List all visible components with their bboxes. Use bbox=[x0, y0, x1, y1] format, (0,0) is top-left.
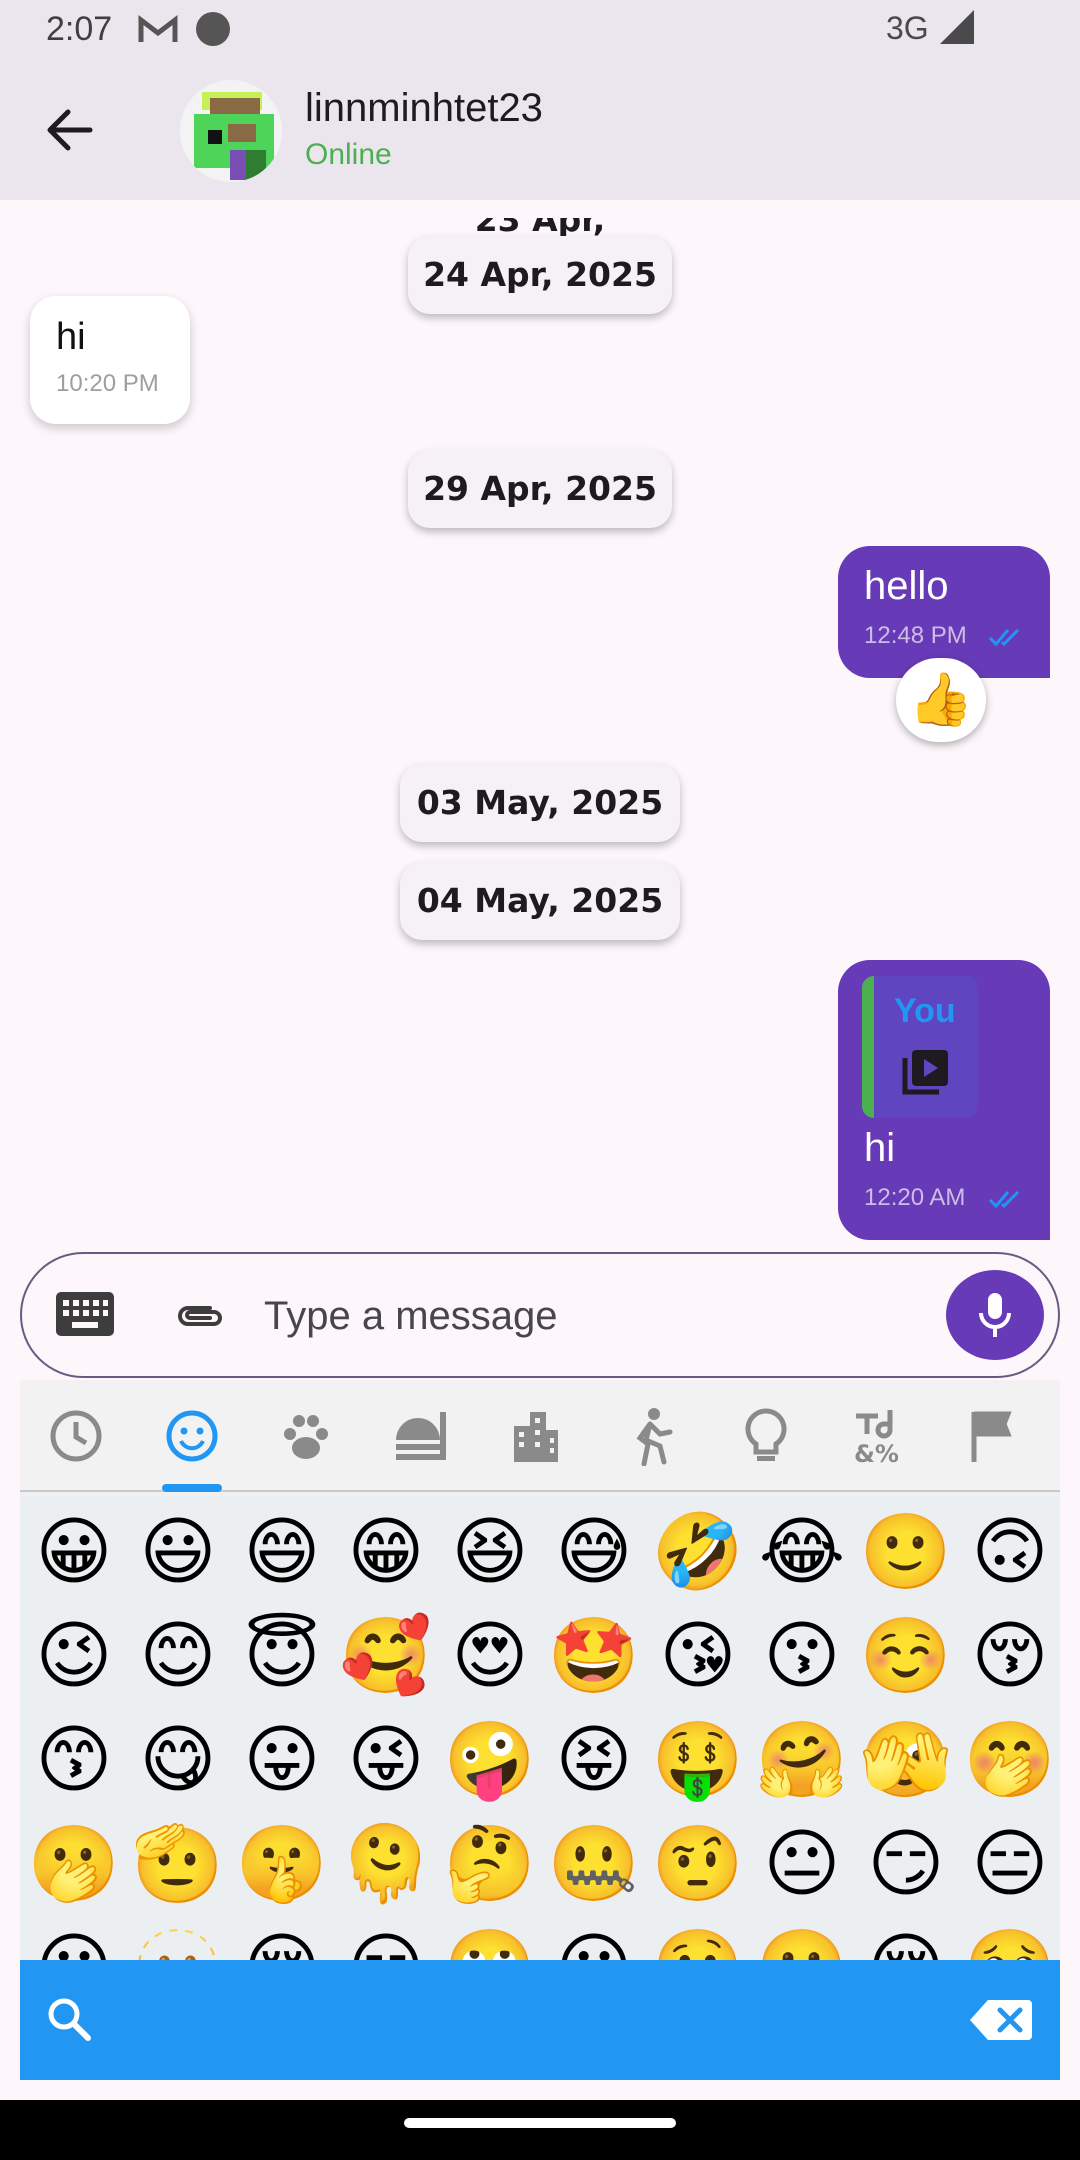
avatar[interactable] bbox=[180, 80, 282, 182]
message-text: hello bbox=[864, 564, 949, 608]
svg-text:&%: &% bbox=[854, 1440, 899, 1466]
message-time: 12:48 PM bbox=[864, 622, 967, 649]
emoji-key[interactable]: 😗 bbox=[750, 1604, 854, 1708]
signal-icon bbox=[940, 10, 974, 44]
reply-preview[interactable]: You bbox=[862, 976, 978, 1118]
emoji-key[interactable]: 🤪 bbox=[438, 1708, 542, 1812]
emoji-key[interactable]: 😅 bbox=[542, 1500, 646, 1604]
emoji-category-tabs: &% bbox=[20, 1380, 1060, 1492]
emoji-key[interactable]: 😍 bbox=[438, 1604, 542, 1708]
emoji-key[interactable]: 🥰 bbox=[334, 1604, 438, 1708]
emoji-key[interactable]: 🤩 bbox=[542, 1604, 646, 1708]
double-check-icon bbox=[988, 1190, 1020, 1209]
gmail-icon bbox=[138, 14, 178, 42]
emoji-key[interactable]: 🤗 bbox=[750, 1708, 854, 1812]
emoji-key[interactable]: 🫡 bbox=[126, 1812, 230, 1916]
emoji-key[interactable]: 🙂 bbox=[854, 1500, 958, 1604]
emoji-key[interactable]: 😄 bbox=[230, 1500, 334, 1604]
message-bubble-incoming[interactable]: hi 10:20 PM bbox=[30, 296, 190, 424]
reply-sender: You bbox=[894, 992, 956, 1030]
status-time: 2:07 bbox=[46, 10, 113, 48]
double-check-icon bbox=[988, 628, 1020, 647]
emoji-key[interactable]: 😇 bbox=[230, 1604, 334, 1708]
emoji-key[interactable]: 😜 bbox=[334, 1708, 438, 1812]
message-composer bbox=[20, 1252, 1060, 1378]
emoji-key[interactable]: 😂 bbox=[750, 1500, 854, 1604]
message-time: 12:20 AM bbox=[864, 1184, 966, 1211]
back-arrow-icon[interactable] bbox=[40, 100, 100, 160]
emoji-key[interactable]: 😁 bbox=[334, 1500, 438, 1604]
food-icon[interactable] bbox=[392, 1406, 452, 1466]
backspace-icon[interactable] bbox=[970, 1998, 1032, 2042]
reply-accent-bar bbox=[862, 976, 874, 1118]
message-text: hi bbox=[56, 316, 86, 358]
emoji-key[interactable]: 🙃 bbox=[958, 1500, 1060, 1604]
emoji-picker: &% 😀 😃 😄 😁 😆 😅 🤣 😂 🙂 🙃 😉 😊 😇 🥰 😍 🤩 😘 😗 ☺️ 😚 😙 😋 😛 😜 🤪 😝 🤑 🤗 🫣 🤭 🫢 🫡 🤫 🫠 🤔 🤐… bbox=[20, 1380, 1060, 2080]
emoji-key[interactable]: 😑 bbox=[958, 1812, 1060, 1916]
keyboard-icon[interactable] bbox=[56, 1292, 114, 1336]
mic-button[interactable] bbox=[946, 1270, 1044, 1360]
video-library-icon bbox=[902, 1050, 948, 1095]
mic-icon bbox=[979, 1293, 1011, 1337]
emoji-grid: 😀 😃 😄 😁 😆 😅 🤣 😂 🙂 🙃 😉 😊 😇 🥰 😍 🤩 😘 😗 ☺️ 😚 😙 😋 😛 😜 🤪 😝 🤑 🤗 🫣 🤭 🫢 🫡 🤫 🫠 🤔 🤐 🤨 😐 😏… bbox=[20, 1496, 1060, 2016]
selected-tab-indicator bbox=[162, 1484, 222, 1492]
avatar-image bbox=[180, 80, 282, 182]
date-chip-partial: 23 Apr, 2025 bbox=[474, 218, 606, 238]
date-chip: 04 May, 2025 bbox=[400, 862, 680, 940]
smileys-icon[interactable] bbox=[162, 1406, 222, 1466]
emoji-key[interactable]: 😋 bbox=[126, 1708, 230, 1812]
attach-icon[interactable] bbox=[172, 1296, 228, 1336]
message-input[interactable] bbox=[264, 1282, 944, 1350]
contact-name: linnminhtet23 bbox=[305, 86, 543, 130]
emoji-key[interactable]: 🫢 bbox=[22, 1812, 126, 1916]
emoji-key[interactable]: 😙 bbox=[22, 1708, 126, 1812]
emoji-search-bar[interactable] bbox=[20, 1960, 1060, 2080]
emoji-key[interactable]: 😐 bbox=[750, 1812, 854, 1916]
activities-icon[interactable] bbox=[620, 1406, 680, 1466]
emoji-key[interactable]: 😉 bbox=[22, 1604, 126, 1708]
emoji-key[interactable]: 😛 bbox=[230, 1708, 334, 1812]
objects-icon[interactable] bbox=[736, 1406, 796, 1466]
emoji-key[interactable]: 😆 bbox=[438, 1500, 542, 1604]
date-chip: 24 Apr, 2025 bbox=[408, 236, 672, 314]
network-type: 3G bbox=[886, 10, 929, 46]
app-notification-icon bbox=[196, 12, 230, 46]
emoji-key[interactable]: 🤭 bbox=[958, 1708, 1060, 1812]
date-chip: 03 May, 2025 bbox=[400, 764, 680, 842]
emoji-key[interactable]: 🤣 bbox=[646, 1500, 750, 1604]
emoji-key[interactable]: 😃 bbox=[126, 1500, 230, 1604]
reaction-thumbs-up[interactable]: 👍 bbox=[896, 658, 986, 742]
emoji-key[interactable]: 😀 bbox=[22, 1500, 126, 1604]
symbols-icon[interactable]: &% bbox=[850, 1406, 910, 1466]
search-icon[interactable] bbox=[44, 1994, 94, 2044]
flags-icon[interactable] bbox=[964, 1406, 1024, 1466]
emoji-key[interactable]: 😚 bbox=[958, 1604, 1060, 1708]
travel-icon[interactable] bbox=[506, 1406, 566, 1466]
app-header: 2:07 3G linnminhtet23 Online bbox=[0, 0, 1080, 200]
presence-status: Online bbox=[305, 138, 392, 171]
message-time: 10:20 PM bbox=[56, 370, 159, 397]
emoji-key[interactable]: ☺️ bbox=[854, 1604, 958, 1708]
emoji-key[interactable]: 🤐 bbox=[542, 1812, 646, 1916]
emoji-key[interactable]: 😏 bbox=[854, 1812, 958, 1916]
emoji-key[interactable]: 🤑 bbox=[646, 1708, 750, 1812]
system-nav-bar bbox=[0, 2100, 1080, 2160]
home-handle[interactable] bbox=[404, 2118, 676, 2128]
recent-icon[interactable] bbox=[46, 1406, 106, 1466]
emoji-key[interactable]: 🫠 bbox=[334, 1812, 438, 1916]
emoji-key[interactable]: 🤔 bbox=[438, 1812, 542, 1916]
emoji-key[interactable]: 🤫 bbox=[230, 1812, 334, 1916]
emoji-key[interactable]: 😊 bbox=[126, 1604, 230, 1708]
emoji-key[interactable]: 🫣 bbox=[854, 1708, 958, 1812]
message-text: hi bbox=[864, 1126, 896, 1170]
emoji-key[interactable]: 😝 bbox=[542, 1708, 646, 1812]
emoji-key[interactable]: 😘 bbox=[646, 1604, 750, 1708]
animals-icon[interactable] bbox=[276, 1406, 336, 1466]
date-chip: 29 Apr, 2025 bbox=[408, 450, 672, 528]
emoji-key[interactable]: 🤨 bbox=[646, 1812, 750, 1916]
